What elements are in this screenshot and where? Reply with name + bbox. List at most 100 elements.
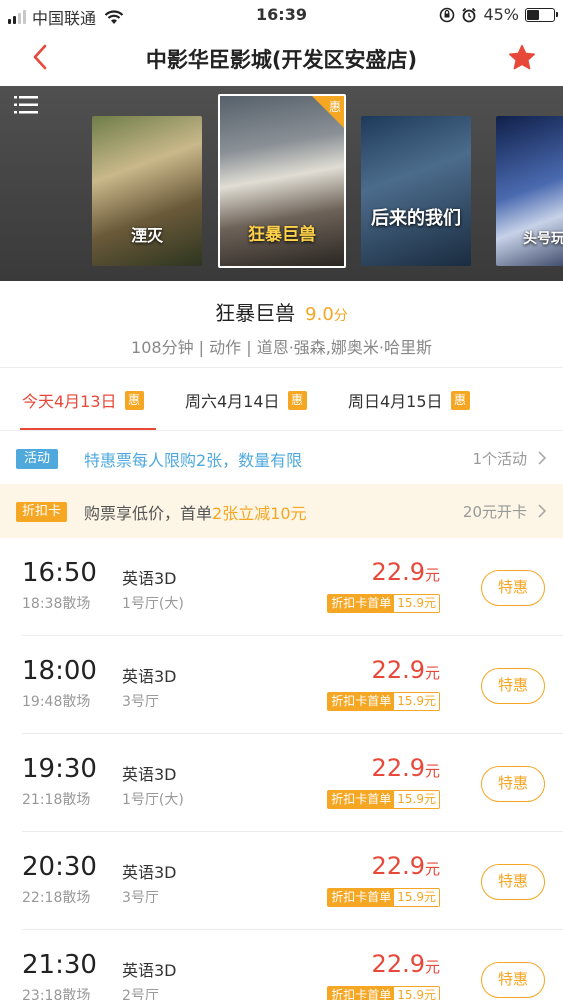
discount-card-text-main: 购票享低价，首单 bbox=[84, 504, 213, 523]
discount-card-highlight: 2张立减10元 bbox=[212, 504, 307, 523]
card-price-tag: 折扣卡首单 15.9元 bbox=[327, 594, 440, 613]
card-price-tag: 折扣卡首单 15.9元 bbox=[327, 790, 440, 809]
buy-ticket-button[interactable]: 特惠 bbox=[481, 570, 545, 606]
tab-label: 周六4月14日 bbox=[185, 392, 280, 411]
card-price-label: 折扣卡首单 bbox=[328, 987, 395, 1000]
showtime-row[interactable]: 20:30 22:18散场 英语3D 3号厅 22.9元 折扣卡首单 15.9元 … bbox=[0, 832, 563, 930]
buy-ticket-button[interactable]: 特惠 bbox=[481, 864, 545, 900]
price-unit: 元 bbox=[424, 860, 440, 878]
price-value: 22.9 bbox=[371, 558, 425, 586]
card-price-tag: 折扣卡首单 15.9元 bbox=[327, 986, 440, 1000]
language-format: 英语3D bbox=[122, 961, 177, 980]
price: 22.9元 bbox=[372, 656, 440, 684]
chevron-right-icon bbox=[538, 451, 547, 465]
price: 22.9元 bbox=[372, 950, 440, 978]
hall-name: 3号厅 bbox=[122, 890, 159, 906]
buy-ticket-button[interactable]: 特惠 bbox=[481, 962, 545, 998]
hall-name: 1号厅(大) bbox=[122, 792, 184, 808]
language-format: 英语3D bbox=[122, 569, 177, 588]
list-menu-icon[interactable] bbox=[14, 95, 38, 115]
language-format: 英语3D bbox=[122, 863, 177, 882]
showtime-row[interactable]: 19:30 21:18散场 英语3D 1号厅(大) 22.9元 折扣卡首单 15.… bbox=[0, 734, 563, 832]
price-unit: 元 bbox=[424, 958, 440, 976]
hall-name: 2号厅 bbox=[122, 988, 159, 1000]
showtime-row[interactable]: 18:00 19:48散场 英语3D 3号厅 22.9元 折扣卡首单 15.9元 … bbox=[0, 636, 563, 734]
battery-fill bbox=[527, 9, 539, 20]
end-time: 23:18散场 bbox=[22, 988, 91, 1000]
date-tabs: 今天4月13日 惠 周六4月14日 惠 周日4月15日 惠 bbox=[0, 367, 563, 431]
movie-poster[interactable]: 后来的我们 bbox=[361, 116, 471, 266]
price-value: 22.9 bbox=[371, 656, 425, 684]
movie-score: 9.0 bbox=[305, 304, 334, 325]
price-value: 22.9 bbox=[371, 852, 425, 880]
star-icon[interactable] bbox=[507, 43, 537, 73]
price-unit: 元 bbox=[424, 762, 440, 780]
start-time: 18:00 bbox=[22, 656, 97, 686]
language-format: 英语3D bbox=[122, 667, 177, 686]
buy-ticket-button[interactable]: 特惠 bbox=[481, 668, 545, 704]
showtime-row[interactable]: 21:30 23:18散场 英语3D 2号厅 22.9元 折扣卡首单 15.9元 … bbox=[0, 930, 563, 1000]
chevron-right-icon bbox=[538, 504, 547, 518]
card-price-tag: 折扣卡首单 15.9元 bbox=[327, 888, 440, 907]
showtime-row[interactable]: 16:50 18:38散场 英语3D 1号厅(大) 22.9元 折扣卡首单 15.… bbox=[0, 538, 563, 636]
activity-row[interactable]: 活动 特惠票每人限购2张，数量有限 1个活动 bbox=[0, 430, 563, 484]
card-price-value: 15.9元 bbox=[394, 889, 439, 906]
start-time: 21:30 bbox=[22, 950, 97, 980]
status-bar: 中国联通 16:39 45% bbox=[0, 0, 563, 30]
card-price-tag: 折扣卡首单 15.9元 bbox=[327, 692, 440, 711]
card-price-label: 折扣卡首单 bbox=[328, 595, 395, 612]
poster-title: 后来的我们 bbox=[371, 208, 461, 229]
card-price-label: 折扣卡首单 bbox=[328, 889, 395, 906]
movie-meta: 108分钟 | 动作 | 道恩·强森,娜奥米·哈里斯 bbox=[131, 338, 432, 357]
movie-poster-selected[interactable]: 狂暴巨兽 惠 bbox=[218, 94, 346, 268]
battery-icon bbox=[525, 7, 558, 22]
card-price-value: 15.9元 bbox=[394, 987, 439, 1000]
tab-promo-badge: 惠 bbox=[450, 390, 470, 410]
status-right: 45% bbox=[439, 5, 558, 24]
activity-count: 1个活动 bbox=[472, 450, 527, 468]
tab-today[interactable]: 今天4月13日 惠 bbox=[22, 388, 144, 412]
tab-saturday[interactable]: 周六4月14日 惠 bbox=[185, 388, 307, 412]
price: 22.9元 bbox=[372, 754, 440, 782]
buy-ticket-button[interactable]: 特惠 bbox=[481, 766, 545, 802]
movie-info: 狂暴巨兽 9.0分 108分钟 | 动作 | 道恩·强森,娜奥米·哈里斯 bbox=[0, 281, 563, 367]
hall-name: 1号厅(大) bbox=[122, 596, 184, 612]
promo-corner-text: 惠 bbox=[328, 100, 341, 114]
tab-label: 今天4月13日 bbox=[22, 392, 117, 411]
promo-corner-badge: 惠 bbox=[312, 96, 344, 128]
discount-card-text: 购票享低价，首单2张立减10元 bbox=[84, 500, 307, 524]
card-price-value: 15.9元 bbox=[394, 693, 439, 710]
activity-text: 特惠票每人限购2张，数量有限 bbox=[84, 451, 303, 470]
card-price-value: 15.9元 bbox=[394, 595, 439, 612]
open-card-label: 20元开卡 bbox=[462, 503, 527, 521]
movie-score-unit: 分 bbox=[333, 308, 348, 324]
movie-poster[interactable]: 湮灭 bbox=[92, 116, 202, 266]
movie-name: 狂暴巨兽 bbox=[215, 301, 296, 325]
start-time: 20:30 bbox=[22, 852, 97, 882]
tab-sunday[interactable]: 周日4月15日 惠 bbox=[348, 388, 470, 412]
tab-promo-badge: 惠 bbox=[287, 390, 307, 410]
nav-bar: 中影华臣影城(开发区安盛店) bbox=[0, 30, 563, 86]
discount-card-badge: 折扣卡 bbox=[16, 502, 68, 522]
movie-poster[interactable]: 头号玩家 bbox=[496, 116, 563, 266]
start-time: 16:50 bbox=[22, 558, 97, 588]
card-price-label: 折扣卡首单 bbox=[328, 693, 395, 710]
price-value: 22.9 bbox=[371, 754, 425, 782]
end-time: 21:18散场 bbox=[22, 792, 91, 808]
price-unit: 元 bbox=[424, 566, 440, 584]
alarm-icon bbox=[462, 7, 477, 22]
poster-title: 湮灭 bbox=[130, 226, 163, 245]
end-time: 19:48散场 bbox=[22, 694, 91, 710]
activity-badge: 活动 bbox=[16, 449, 59, 469]
price-unit: 元 bbox=[424, 664, 440, 682]
battery-percent: 45% bbox=[483, 5, 519, 24]
poster-carousel[interactable]: 湮灭 狂暴巨兽 惠 后来的我们 头号玩家 bbox=[0, 86, 563, 281]
price: 22.9元 bbox=[372, 852, 440, 880]
price: 22.9元 bbox=[372, 558, 440, 586]
discount-card-row[interactable]: 折扣卡 购票享低价，首单2张立减10元 20元开卡 bbox=[0, 484, 563, 538]
card-price-label: 折扣卡首单 bbox=[328, 791, 395, 808]
end-time: 18:38散场 bbox=[22, 596, 91, 612]
card-price-value: 15.9元 bbox=[394, 791, 439, 808]
rotation-lock-icon bbox=[440, 7, 455, 22]
end-time: 22:18散场 bbox=[22, 890, 91, 906]
